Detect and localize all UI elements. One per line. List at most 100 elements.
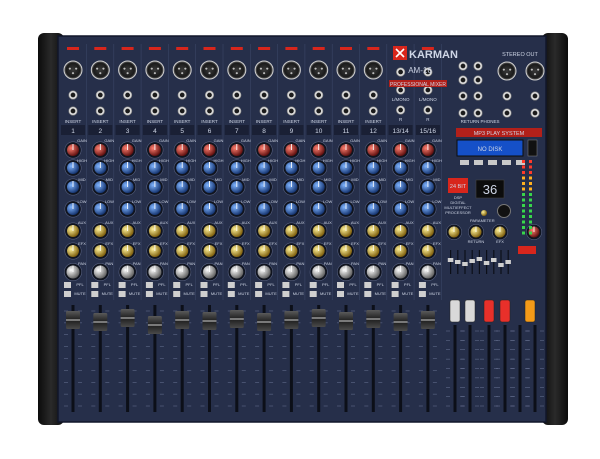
geq-slider[interactable]	[491, 258, 497, 262]
xlr-input-jack[interactable]	[145, 60, 165, 80]
gain-knob[interactable]	[364, 141, 382, 159]
aux-send-knob[interactable]	[255, 222, 273, 240]
geq-slider[interactable]	[455, 260, 461, 264]
mute-button[interactable]	[282, 291, 290, 297]
xlr-input-jack[interactable]	[309, 60, 329, 80]
aux-send-knob[interactable]	[91, 222, 109, 240]
geq-slider[interactable]	[462, 262, 468, 266]
gain-knob[interactable]	[146, 141, 164, 159]
gain-knob[interactable]	[255, 141, 273, 159]
geq-slider[interactable]	[505, 260, 511, 264]
efx-return-knob[interactable]	[467, 224, 484, 241]
aux-send-knob[interactable]	[201, 222, 219, 240]
aux-in-r-jack[interactable]	[473, 75, 483, 85]
mic-input-jack[interactable]	[396, 67, 406, 77]
pfl-button[interactable]	[118, 282, 126, 288]
aux-return-knob[interactable]	[445, 224, 462, 241]
aux-out-jack[interactable]	[502, 91, 512, 101]
return-l-jack[interactable]	[458, 91, 468, 101]
main-out-r-jack[interactable]	[530, 108, 540, 118]
phones-jack[interactable]	[458, 108, 468, 118]
xlr-input-jack[interactable]	[254, 60, 274, 80]
pfl-button[interactable]	[227, 282, 235, 288]
geq-slider[interactable]	[498, 263, 504, 267]
gain-knob[interactable]	[228, 141, 246, 159]
efx-to-aux-knob[interactable]	[491, 224, 508, 241]
mute-button[interactable]	[227, 291, 235, 297]
pfl-button[interactable]	[309, 282, 317, 288]
aux-send-knob[interactable]	[228, 222, 246, 240]
gain-knob[interactable]	[64, 141, 82, 159]
line-input-jack[interactable]	[177, 90, 187, 100]
insert-jack[interactable]	[314, 106, 324, 116]
mute-button[interactable]	[145, 291, 153, 297]
insert-jack[interactable]	[68, 106, 78, 116]
gain-knob[interactable]	[419, 141, 437, 159]
aux-send-knob[interactable]	[310, 222, 328, 240]
insert-jack[interactable]	[122, 106, 133, 116]
main-out-l-jack[interactable]	[502, 108, 512, 118]
insert-jack[interactable]	[368, 106, 378, 116]
gain-knob[interactable]	[119, 141, 137, 159]
phones-level-knob[interactable]	[525, 224, 542, 241]
geq-slider[interactable]	[447, 258, 454, 262]
xlr-input-jack[interactable]	[227, 60, 247, 80]
mute-button[interactable]	[418, 291, 426, 297]
gain-knob[interactable]	[310, 141, 328, 159]
line-input-jack[interactable]	[232, 90, 242, 100]
aux-send-knob[interactable]	[392, 222, 410, 240]
stereo-out-r-xlr[interactable]	[525, 61, 545, 81]
mute-button[interactable]	[200, 291, 208, 297]
mute-button[interactable]	[337, 291, 344, 297]
geq-slider[interactable]	[476, 257, 483, 261]
rca-r-jack[interactable]	[473, 61, 483, 71]
gain-knob[interactable]	[282, 141, 300, 159]
aux-send-knob[interactable]	[146, 222, 164, 240]
line-input-jack[interactable]	[286, 90, 297, 100]
usb-slot[interactable]	[527, 139, 538, 157]
efx-small-knob[interactable]	[481, 210, 487, 216]
insert-jack[interactable]	[259, 106, 269, 116]
gain-knob[interactable]	[173, 141, 191, 159]
pfl-button[interactable]	[255, 282, 263, 288]
pfl-button[interactable]	[145, 282, 153, 288]
aux-send-knob[interactable]	[337, 222, 355, 240]
xlr-input-jack[interactable]	[90, 60, 110, 80]
stereo-out-l-xlr[interactable]	[497, 61, 517, 81]
mute-button[interactable]	[91, 291, 99, 297]
mute-button[interactable]	[391, 291, 399, 297]
line-r-jack[interactable]	[396, 105, 406, 115]
pfl-button[interactable]	[173, 282, 181, 288]
rca-l-jack[interactable]	[458, 61, 468, 71]
aux-in-l-jack[interactable]	[458, 75, 468, 85]
xlr-input-jack[interactable]	[336, 60, 356, 80]
gain-knob[interactable]	[392, 141, 410, 159]
xlr-input-jack[interactable]	[200, 60, 219, 80]
insert-jack[interactable]	[232, 106, 242, 116]
line-input-jack[interactable]	[150, 90, 160, 100]
gain-knob[interactable]	[201, 141, 219, 159]
insert-jack[interactable]	[150, 106, 160, 116]
pfl-button[interactable]	[282, 282, 290, 288]
insert-jack[interactable]	[286, 106, 297, 116]
line-input-jack[interactable]	[259, 90, 269, 100]
mute-button[interactable]	[255, 291, 263, 297]
gain-knob[interactable]	[91, 141, 109, 159]
pfl-button[interactable]	[391, 282, 399, 288]
line-input-jack[interactable]	[204, 90, 215, 100]
insert-jack[interactable]	[95, 106, 105, 116]
pfl-button[interactable]	[418, 282, 426, 288]
pfl-button[interactable]	[64, 282, 71, 288]
line-input-jack[interactable]	[122, 90, 133, 100]
aux-send-knob[interactable]	[364, 222, 382, 240]
pfl-button[interactable]	[337, 282, 344, 288]
mp3-control-button[interactable]	[460, 160, 469, 165]
master-switch-button[interactable]	[464, 299, 476, 323]
aux-send-knob[interactable]	[282, 222, 300, 240]
aux-send-knob[interactable]	[64, 222, 82, 240]
geq-slider[interactable]	[483, 261, 490, 265]
xlr-input-jack[interactable]	[172, 60, 192, 80]
xlr-input-jack[interactable]	[63, 60, 83, 80]
aux-send-knob[interactable]	[173, 222, 191, 240]
mp3-control-button[interactable]	[488, 160, 497, 165]
